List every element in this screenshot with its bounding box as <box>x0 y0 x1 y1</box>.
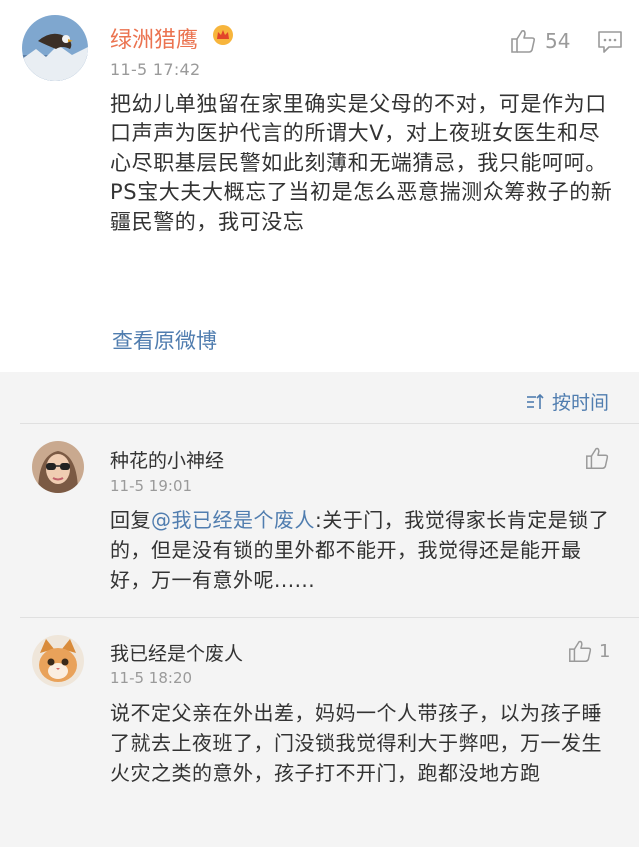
mention-link[interactable]: @我已经是个废人 <box>151 508 315 532</box>
reply-user-name[interactable]: 我已经是个废人 <box>110 639 243 666</box>
main-timestamp: 11-5 17:42 <box>110 60 201 79</box>
sort-label: 按时间 <box>552 392 610 414</box>
reply-like-count: 1 <box>599 640 611 662</box>
vip-crown-icon <box>212 24 234 46</box>
kitten-avatar <box>32 635 84 687</box>
main-user-name[interactable]: 绿洲猎鹰 <box>110 22 198 54</box>
reply-avatar[interactable] <box>32 635 84 687</box>
comment-icon[interactable] <box>597 30 623 58</box>
main-like-button[interactable]: 54 <box>509 27 570 55</box>
sort-by-time-button[interactable]: 按时间 <box>525 388 609 415</box>
reply-timestamp: 11-5 18:20 <box>110 669 193 687</box>
main-comment-card: 绿洲猎鹰 11-5 17:42 54 把幼儿单独留在家里确实是父母的不对，可是作… <box>0 0 639 372</box>
view-original-link[interactable]: 查看原微博 <box>112 325 217 355</box>
thumbs-up-icon <box>569 640 592 662</box>
reply-timestamp: 11-5 19:01 <box>110 477 193 495</box>
reply-text: 说不定父亲在外出差，妈妈一个人带孩子，以为孩子睡了就去上夜班了，门没锁我觉得利大… <box>110 701 602 785</box>
main-comment-text: 把幼儿单独留在家里确实是父母的不对，可是作为口口声声为医护代言的所谓大V，对上夜… <box>110 92 613 234</box>
reply-user-name[interactable]: 种花的小神经 <box>110 446 224 473</box>
reply-prefix: 回复 <box>110 508 151 532</box>
user-avatar[interactable] <box>22 15 88 81</box>
reply-like-button[interactable]: 1 <box>567 638 610 664</box>
thumbs-up-icon <box>586 447 609 469</box>
woman-sunglasses-avatar <box>32 441 84 493</box>
reply-avatar[interactable] <box>32 441 84 493</box>
divider <box>20 617 639 618</box>
reply-like-button[interactable] <box>584 445 610 471</box>
reply-text: 回复@我已经是个废人:关于门，我觉得家长肯定是锁了的，但是没有锁的里外都不能开，… <box>110 505 610 595</box>
thumbs-up-icon <box>511 30 536 53</box>
divider <box>20 423 639 424</box>
main-like-count: 54 <box>545 29 571 53</box>
sort-icon <box>527 393 544 409</box>
eagle-avatar-image <box>22 15 88 81</box>
